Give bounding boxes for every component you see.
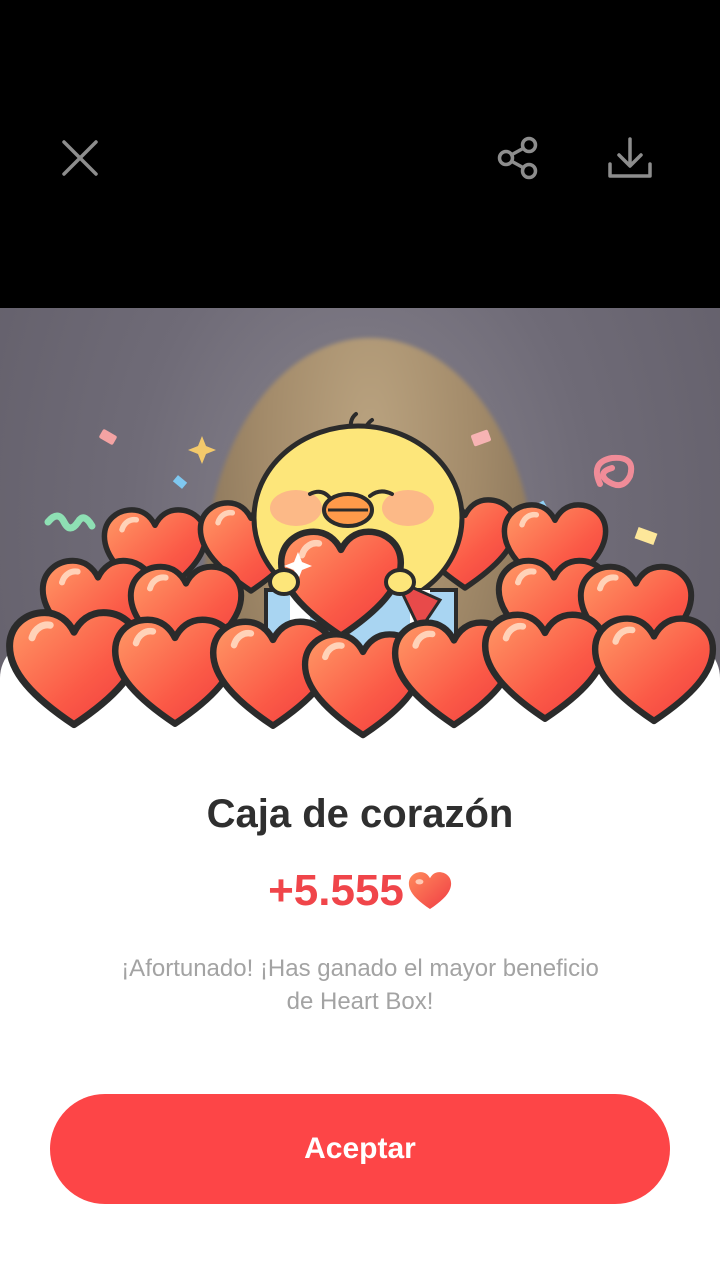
reward-amount-row: +5.555: [0, 866, 720, 916]
heart-box-chick-illustration: [0, 412, 720, 750]
reward-amount: +5.555: [268, 866, 404, 915]
reward-title: Caja de corazón: [206, 792, 514, 836]
reward-description: ¡Afortunado! ¡Has ganado el mayor benefi…: [121, 955, 599, 1015]
share-icon: [497, 136, 538, 180]
heart-icon: [408, 872, 452, 910]
close-button[interactable]: [52, 130, 108, 186]
download-icon: [608, 137, 652, 178]
accept-button[interactable]: Aceptar: [50, 1094, 670, 1204]
close-icon: [62, 140, 98, 176]
download-button[interactable]: [602, 130, 658, 186]
share-button[interactable]: [490, 130, 546, 186]
top-bar: [0, 0, 720, 308]
